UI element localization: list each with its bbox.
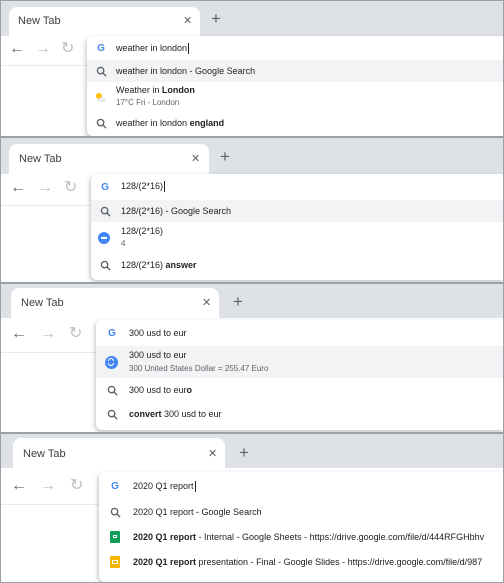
forward-button: → [40,477,56,494]
search-icon [94,64,108,78]
browser-window-3: New Tab ✕ + ← → ↻ G 300 usd to eur 300 u… [0,284,504,432]
suggestion-row[interactable]: 2020 Q1 report - Google Search [99,500,503,524]
weather-icon [93,90,107,104]
suggestion-text: 2020 Q1 report - Google Search [133,507,262,517]
google-icon: G [108,327,116,339]
omnibox[interactable]: G 128/(2*16) [91,174,503,200]
tab-new-tab[interactable]: New Tab ✕ [11,288,219,318]
forward-button: → [35,40,51,57]
back-button[interactable]: ← [10,180,26,196]
suggestion-row[interactable]: 2020 Q1 report - Internal - Google Sheet… [99,525,503,549]
google-icon: G [97,42,105,54]
suggestion-row[interactable]: 300 usd to euro [96,378,503,402]
sheets-icon [108,530,122,544]
back-button[interactable]: ← [11,478,27,494]
tab-title: New Tab [21,297,64,309]
suggestion-text: 300 usd to euro [129,385,193,395]
back-button[interactable]: ← [9,41,25,57]
close-icon[interactable]: ✕ [208,448,217,461]
suggestion-row[interactable]: 128/(2*16) - Google Search [91,200,503,222]
search-icon [98,258,112,272]
suggestion-row[interactable]: convert 300 usd to eur [96,402,503,426]
reload-button[interactable]: ↻ [70,478,83,494]
reload-button[interactable]: ↻ [61,41,74,57]
suggestion-text: weather in london - Google Search [116,66,256,76]
search-icon [98,204,112,218]
omnibox-dropdown: G weather in london weather in london - … [87,36,503,136]
tab-title: New Tab [23,448,66,460]
suggestion-row[interactable]: 2020 Q1 report presentation - Final - Go… [99,550,503,574]
tab-new-tab[interactable]: New Tab ✕ [13,438,225,468]
suggestion-row[interactable]: 128/(2*16) 4 [91,222,503,254]
calculator-icon [97,231,111,245]
suggestion-text: 128/(2*16) answer [121,260,197,270]
suggestion-text: 2020 Q1 report - Internal - Google Sheet… [133,532,485,542]
tab-new-tab[interactable]: New Tab ✕ [9,144,209,174]
suggestion-text: 128/(2*16) - Google Search [121,206,232,216]
omnibox[interactable]: G 300 usd to eur [96,320,503,346]
suggestion-row[interactable]: Weather in London 17°C Fri - London [87,82,503,112]
suggestion-subtext: 300 United States Dollar = 255.47 Euro [129,364,269,373]
tab-new-tab[interactable]: New Tab ✕ [9,7,200,36]
suggestion-text: 300 usd to eur [129,350,187,360]
suggestion-text: weather in london england [116,118,225,128]
new-tab-button[interactable]: + [233,293,243,310]
omnibox-dropdown: G 300 usd to eur 300 usd to eur 300 Unit… [96,320,503,430]
browser-window-4: New Tab ✕ + ← → ↻ G 2020 Q1 report 2020 … [0,434,504,583]
reload-button[interactable]: ↻ [69,326,82,342]
new-tab-button[interactable]: + [211,10,221,27]
suggestion-row[interactable]: 128/(2*16) answer [91,254,503,276]
suggestion-row[interactable]: 300 usd to eur 300 United States Dollar … [96,346,503,378]
new-tab-button[interactable]: + [239,444,249,461]
suggestion-row[interactable]: weather in london england [87,112,503,134]
tab-strip: New Tab ✕ + [1,284,503,318]
search-icon [105,383,119,397]
suggestion-row[interactable]: weather in london - Google Search [87,60,503,82]
tab-title: New Tab [18,15,61,27]
forward-button: → [40,325,56,342]
google-icon: G [101,181,109,193]
omnibox-input[interactable]: 2020 Q1 report [133,481,196,493]
omnibox-dropdown: G 2020 Q1 report 2020 Q1 report - Google… [99,472,503,582]
omnibox-input[interactable]: 300 usd to eur [129,328,187,339]
new-tab-button[interactable]: + [220,148,230,165]
close-icon[interactable]: ✕ [191,153,200,166]
suggestion-text: 2020 Q1 report presentation - Final - Go… [133,557,483,567]
omnibox-input[interactable]: 128/(2*16) [121,181,166,193]
suggestion-text: 128/(2*16) [121,226,164,236]
omnibox-dropdown: G 128/(2*16) 128/(2*16) - Google Search … [91,174,503,280]
suggestion-subtext: 17°C Fri - London [116,98,180,107]
suggestion-subtext: 4 [121,239,126,248]
tab-title: New Tab [19,153,62,165]
tab-strip: New Tab ✕ + [1,434,503,468]
close-icon[interactable]: ✕ [183,15,192,28]
google-icon: G [111,480,119,492]
forward-button: → [37,179,53,196]
omnibox-input[interactable]: weather in london [116,43,190,55]
slides-icon [108,555,122,569]
tab-strip: New Tab ✕ + [1,1,503,36]
omnibox[interactable]: G 2020 Q1 report [99,472,503,500]
suggestion-text: Weather in London [116,85,195,95]
search-icon [94,116,108,130]
reload-button[interactable]: ↻ [64,180,77,196]
omnibox[interactable]: G weather in london [87,36,503,60]
currency-icon [104,355,118,369]
back-button[interactable]: ← [11,326,27,342]
suggestion-text: convert 300 usd to eur [129,409,222,419]
browser-window-1: New Tab ✕ + ← → ↻ G weather in london we… [0,0,504,136]
tab-strip: New Tab ✕ + [1,138,503,174]
search-icon [105,407,119,421]
close-icon[interactable]: ✕ [202,297,211,310]
browser-window-2: New Tab ✕ + ← → ↻ G 128/(2*16) 128/(2*16… [0,138,504,282]
search-icon [108,505,122,519]
